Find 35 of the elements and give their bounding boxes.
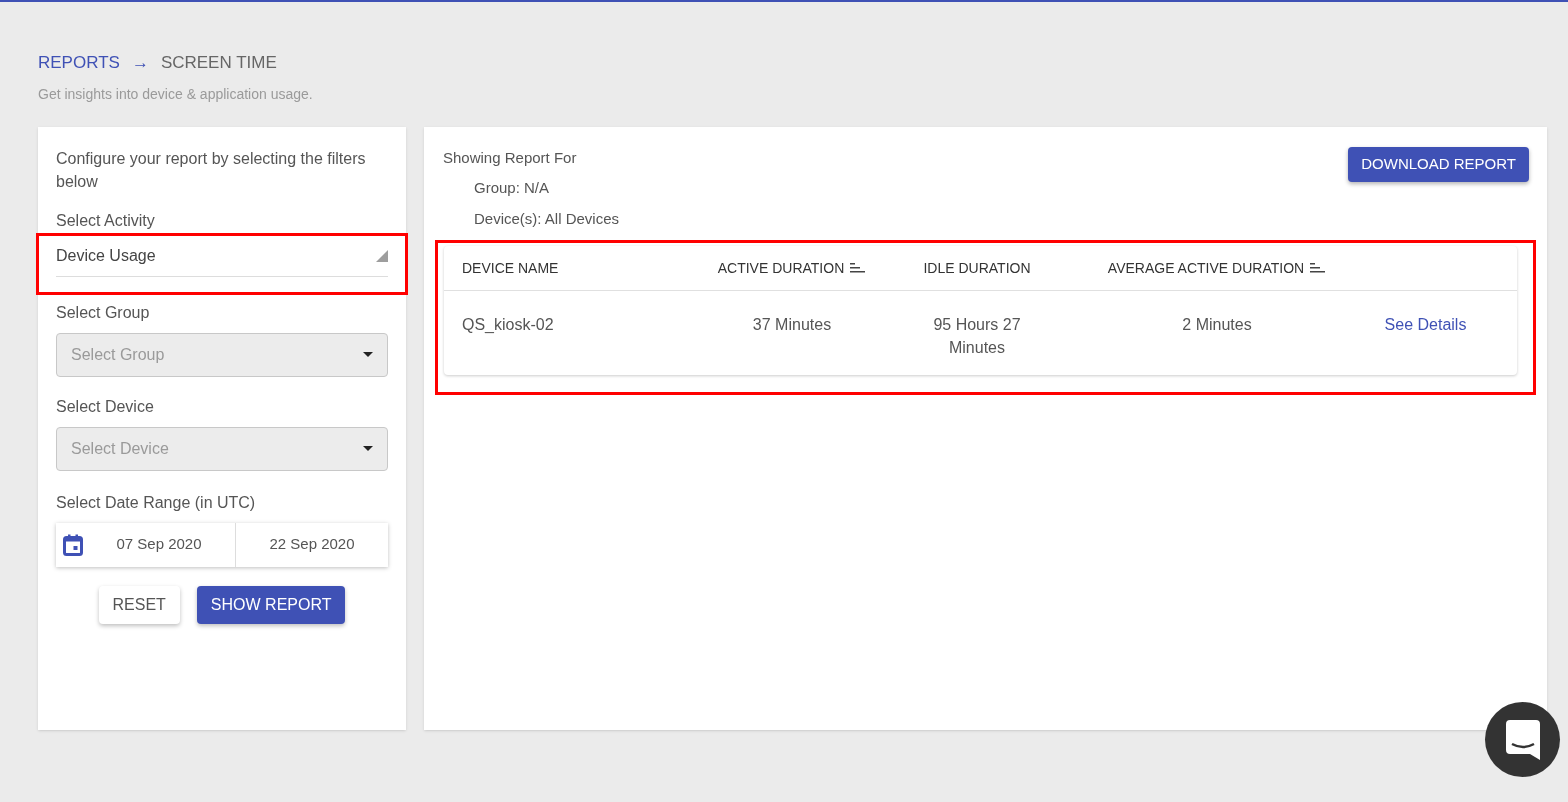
page-title: SCREEN TIME [160,52,277,74]
table-cell-text: 37 Minutes [751,315,833,335]
field-label: Select Group [56,302,151,323]
caret-icon [363,352,373,357]
field-label: Select Activity [56,210,156,231]
show-report-button[interactable]: SHOW REPORT [196,585,346,624]
column-header: DEVICE NAME [462,258,559,278]
table-cell-text: QS_kiosk-02 [462,315,555,335]
report-devices: Device(s): All Devices [473,208,620,229]
filters-intro: Configure your report by selecting the filters below [56,148,367,192]
download-report-button[interactable]: DOWNLOAD REPORT [1348,146,1529,182]
field-label: Select Date Range (in UTC) [56,492,257,513]
chat-icon [1505,719,1540,760]
sort-icon[interactable] [850,262,867,274]
calendar-icon [63,533,83,556]
activity-select[interactable]: Device Usage [56,243,388,277]
breadcrumb-arrow: → [131,52,149,74]
column-header: IDLE DURATION [923,258,1031,278]
report-heading: Showing Report For [443,147,578,168]
page-subtitle: Get insights into device & application usage. [38,84,314,104]
date-range-picker[interactable]: 07 Sep 2020 22 Sep 2020 [56,522,388,567]
reset-button[interactable]: RESET [98,585,180,624]
caret-icon [363,446,373,451]
table-cell-text: 95 Hours 27 Minutes [932,315,1022,358]
column-header: ACTIVE DURATION [717,258,845,278]
sort-icon[interactable] [1310,262,1327,274]
report-group: Group: N/A [443,177,620,200]
breadcrumb-link[interactable]: REPORTS [38,50,120,76]
column-header: AVERAGE ACTIVE DURATION [1107,258,1305,278]
caret-icon [376,249,388,262]
start-date[interactable]: 07 Sep 2020 [83,522,236,567]
field-label: Select Device [56,396,155,417]
see-details-link[interactable]: See Details [1352,313,1499,336]
table-cell-text: 2 Minutes [1181,315,1253,335]
end-date[interactable]: 22 Sep 2020 [236,522,388,567]
